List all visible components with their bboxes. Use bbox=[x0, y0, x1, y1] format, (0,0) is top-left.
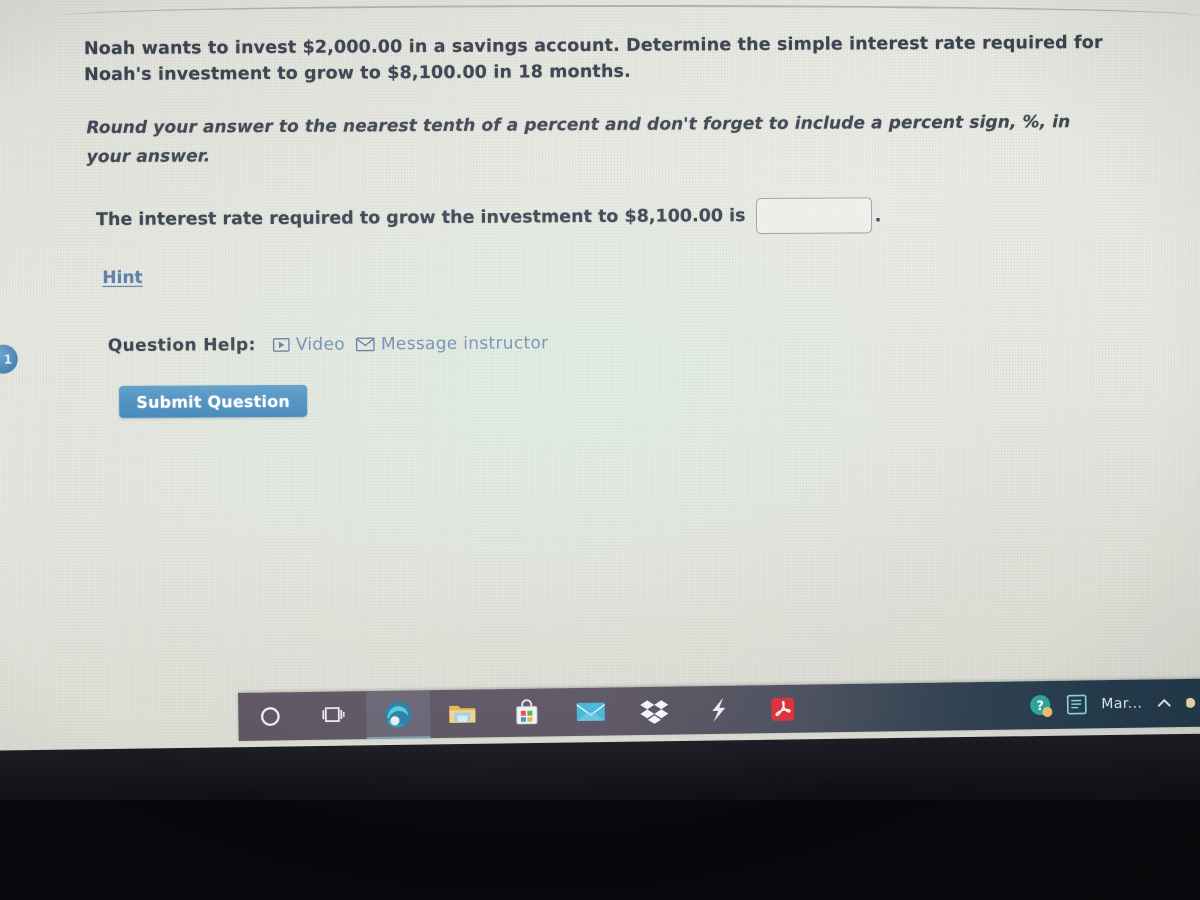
lightning-s-icon bbox=[712, 697, 726, 722]
answer-input[interactable] bbox=[755, 197, 872, 235]
cortana-search-icon bbox=[261, 707, 280, 726]
message-instructor-label: Message instructor bbox=[380, 333, 549, 355]
dropbox-icon bbox=[640, 700, 669, 724]
edge-browser-icon bbox=[385, 701, 412, 728]
monitor-bezel-bottom-fill bbox=[0, 800, 1200, 900]
video-play-box-icon bbox=[272, 338, 290, 352]
taskbar-item-mail-icon[interactable] bbox=[558, 687, 623, 736]
taskbar-item-task-view-icon[interactable] bbox=[302, 691, 367, 740]
video-help-label: Video bbox=[295, 334, 345, 355]
screenshot-root: Noah wants to invest $2,000.00 in a savi… bbox=[0, 0, 1200, 900]
taskbar-item-adobe-acrobat-icon[interactable] bbox=[750, 684, 815, 733]
taskbar-item-lightning-s-icon[interactable] bbox=[686, 685, 751, 734]
question-prompt: Noah wants to invest $2,000.00 in a savi… bbox=[83, 32, 1103, 86]
task-view-icon bbox=[322, 707, 345, 723]
taskbar-item-edge-browser-icon[interactable] bbox=[365, 690, 431, 740]
answer-line: The interest rate required to grow the i… bbox=[96, 197, 882, 238]
file-explorer-icon bbox=[449, 705, 476, 723]
part-number-badge[interactable]: 1 bbox=[0, 344, 18, 374]
tray-help-question-icon[interactable]: ? bbox=[1028, 692, 1053, 717]
taskbar-item-microsoft-store-icon[interactable] bbox=[494, 688, 559, 737]
hint-link[interactable]: Hint bbox=[102, 268, 142, 288]
tray-overflow-icon[interactable] bbox=[1186, 695, 1200, 711]
tray-truncated-label[interactable]: Mar... bbox=[1101, 696, 1142, 713]
rounding-instructions: Round your answer to the nearest tenth o… bbox=[86, 112, 1071, 168]
video-help-link[interactable]: Video bbox=[272, 334, 345, 355]
adobe-acrobat-icon bbox=[770, 697, 794, 721]
question-content: Noah wants to invest $2,000.00 in a savi… bbox=[0, 0, 1200, 764]
system-tray: ? Mar... bbox=[1028, 679, 1200, 730]
envelope-icon bbox=[356, 337, 375, 352]
microsoft-store-icon bbox=[515, 699, 537, 725]
taskbar-item-cortana-search-icon[interactable] bbox=[238, 692, 303, 741]
tray-sticky-notes-icon[interactable] bbox=[1065, 692, 1089, 716]
answer-lead-text: The interest rate required to grow the i… bbox=[95, 206, 746, 231]
message-instructor-link[interactable]: Message instructor bbox=[356, 333, 549, 355]
chevron-up-icon[interactable] bbox=[1154, 695, 1174, 711]
taskbar-item-dropbox-icon[interactable] bbox=[622, 686, 687, 735]
question-help-row: Question Help: Video Message instructor bbox=[108, 333, 549, 356]
submit-question-button[interactable]: Submit Question bbox=[119, 384, 308, 418]
taskbar-item-file-explorer-icon[interactable] bbox=[430, 689, 495, 738]
answer-trailing-period: . bbox=[874, 204, 882, 226]
question-help-label: Question Help: bbox=[107, 335, 256, 357]
mail-icon bbox=[576, 702, 605, 721]
